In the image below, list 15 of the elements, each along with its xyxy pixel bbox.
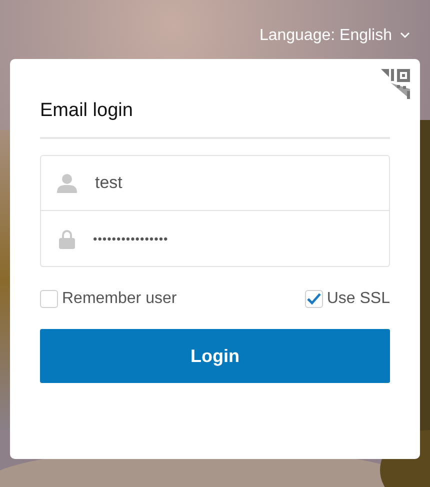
login-button[interactable]: Login [40, 329, 390, 383]
field-value: test [95, 172, 122, 194]
qr-code-icon[interactable] [381, 69, 410, 99]
password-field[interactable]: •••••••••••••••• [40, 211, 390, 267]
user-icon [57, 173, 77, 193]
username-field[interactable]: test [40, 155, 390, 211]
lock-icon [59, 228, 75, 248]
checkbox[interactable] [304, 290, 323, 308]
checkbox-label: Remember user [62, 289, 177, 309]
checkmark-icon [306, 293, 321, 305]
checkbox[interactable] [40, 290, 58, 308]
field-value: •••••••••••••••• [93, 230, 168, 248]
checkbox-label: Use SSL [326, 289, 390, 309]
chevron-down-icon [400, 32, 410, 39]
card-title: Email login [40, 99, 134, 123]
